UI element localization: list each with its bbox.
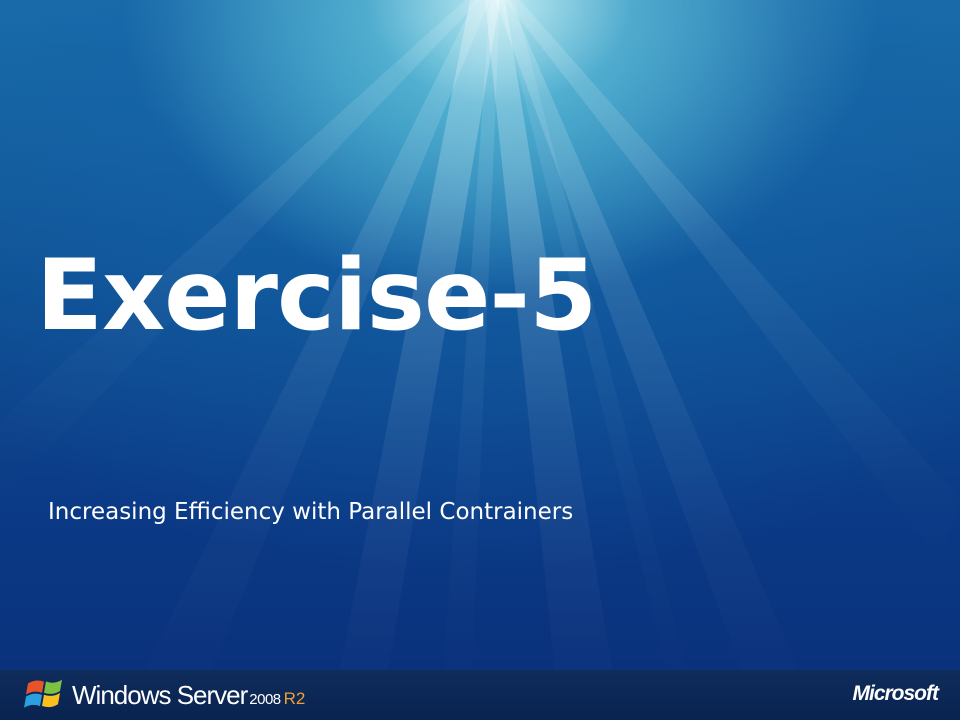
product-version: 2008 <box>249 691 281 708</box>
product-wordmark: Windows Server 2008 R2 <box>72 680 305 711</box>
microsoft-logo: Microsoft <box>852 682 939 705</box>
slide-title: Exercise-5 <box>36 239 597 353</box>
product-edition: R2 <box>283 689 306 708</box>
product-name: Windows Server <box>72 680 248 710</box>
slide-subtitle: Increasing Efficiency with Parallel Cont… <box>48 499 574 525</box>
light-rays-background <box>0 0 960 720</box>
windows-flag-icon <box>24 679 62 708</box>
slide: Exercise-5 Increasing Efficiency with Pa… <box>0 0 960 720</box>
